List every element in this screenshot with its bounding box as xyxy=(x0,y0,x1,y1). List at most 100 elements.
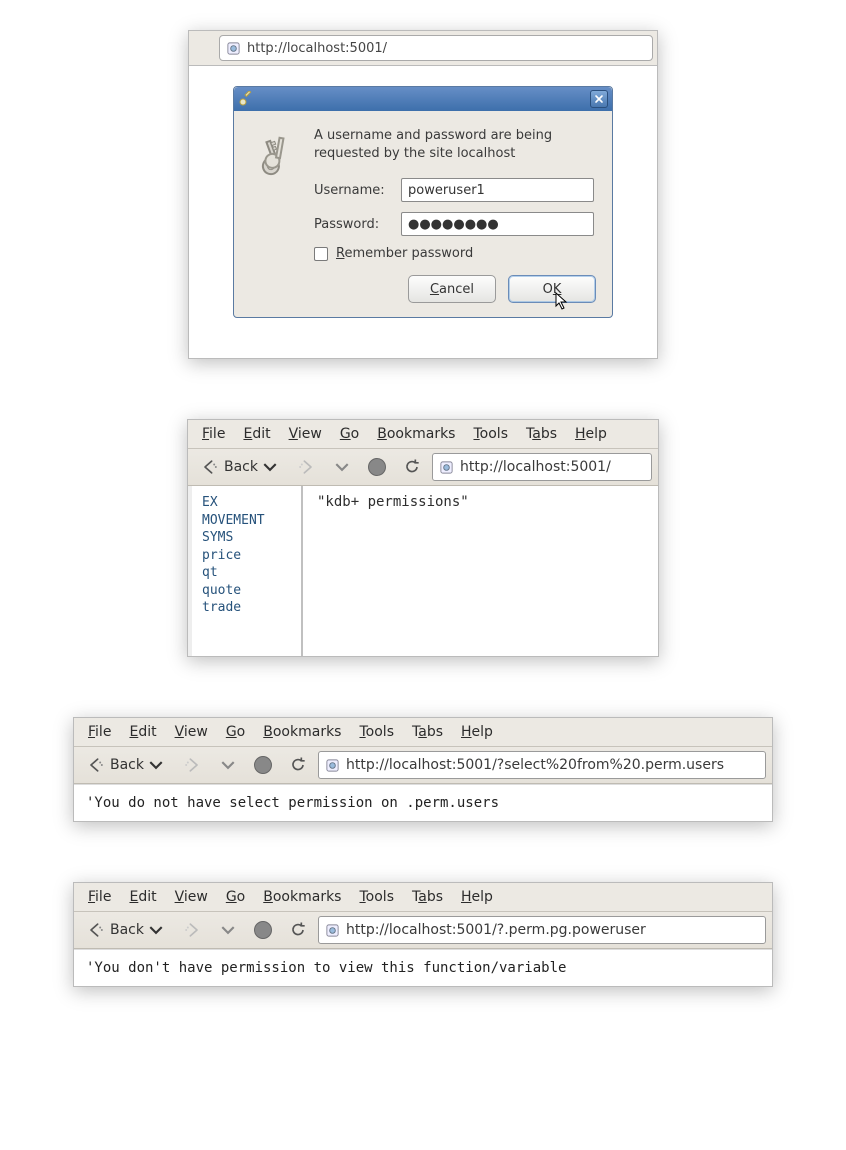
password-row: Password: xyxy=(314,212,594,236)
toolbar: Back http://localhost:5001/?.perm.pg.pow… xyxy=(74,912,772,949)
dialog-actions: Cancel OK xyxy=(234,275,612,317)
menu-file[interactable]: File xyxy=(80,722,119,742)
menubar: File Edit View Go Bookmarks Tools Tabs H… xyxy=(74,718,772,747)
url-text: http://localhost:5001/ xyxy=(460,459,611,475)
menu-go[interactable]: Go xyxy=(218,722,253,742)
page-icon xyxy=(439,460,454,475)
stop-button[interactable] xyxy=(248,751,278,779)
error-message: 'You don't have permission to view this … xyxy=(74,949,772,986)
menu-edit[interactable]: Edit xyxy=(235,424,278,444)
sidebar-link[interactable]: quote xyxy=(202,582,291,600)
username-label: Username: xyxy=(314,183,389,198)
reload-icon xyxy=(288,755,308,775)
page-icon xyxy=(325,758,340,773)
close-button[interactable] xyxy=(590,90,608,108)
page-icon xyxy=(325,923,340,938)
keys-icon xyxy=(252,127,300,261)
remember-row: Remember password xyxy=(314,246,594,261)
sidebar-link[interactable]: price xyxy=(202,547,291,565)
stop-button[interactable] xyxy=(248,916,278,944)
menu-view[interactable]: View xyxy=(167,887,216,907)
stop-icon xyxy=(368,458,386,476)
arrow-left-icon xyxy=(86,920,106,940)
page-icon xyxy=(226,41,241,56)
menu-help[interactable]: Help xyxy=(567,424,615,444)
sidebar-link[interactable]: qt xyxy=(202,564,291,582)
remember-label: Remember password xyxy=(336,246,473,261)
menu-bookmarks[interactable]: Bookmarks xyxy=(369,424,463,444)
sidebar-link[interactable]: SYMS xyxy=(202,529,291,547)
username-input[interactable] xyxy=(401,178,594,202)
key-icon xyxy=(238,91,254,107)
menu-view[interactable]: View xyxy=(167,722,216,742)
ok-button[interactable]: OK xyxy=(508,275,596,303)
sidebar-link[interactable]: EX xyxy=(202,494,291,512)
menu-tabs[interactable]: Tabs xyxy=(518,424,565,444)
back-button[interactable]: Back xyxy=(80,916,172,944)
browser-window-view-denied: File Edit View Go Bookmarks Tools Tabs H… xyxy=(73,882,773,987)
back-label: Back xyxy=(110,922,144,938)
forward-history-dropdown[interactable] xyxy=(326,453,358,481)
menu-help[interactable]: Help xyxy=(453,722,501,742)
url-text: http://localhost:5001/?select%20from%20.… xyxy=(346,757,724,773)
url-field[interactable]: http://localhost:5001/?.perm.pg.poweruse… xyxy=(318,916,766,944)
reload-icon xyxy=(288,920,308,940)
forward-history-dropdown[interactable] xyxy=(212,751,244,779)
toolbar: Back http://localhost:5001/?select%20fro… xyxy=(74,747,772,784)
forward-button[interactable] xyxy=(176,751,208,779)
back-button[interactable]: Back xyxy=(194,453,286,481)
arrow-left-icon xyxy=(200,457,220,477)
remember-checkbox[interactable] xyxy=(314,247,328,261)
reload-button[interactable] xyxy=(282,751,314,779)
menu-file[interactable]: File xyxy=(80,887,119,907)
reload-icon xyxy=(402,457,422,477)
url-text: http://localhost:5001/?.perm.pg.poweruse… xyxy=(346,922,646,938)
arrow-left-icon xyxy=(86,755,106,775)
sidebar-link[interactable]: trade xyxy=(202,599,291,617)
reload-button[interactable] xyxy=(282,916,314,944)
menu-tools[interactable]: Tools xyxy=(351,722,402,742)
cancel-button[interactable]: Cancel xyxy=(408,275,496,303)
menu-edit[interactable]: Edit xyxy=(121,722,164,742)
menu-view[interactable]: View xyxy=(281,424,330,444)
reload-button[interactable] xyxy=(396,453,428,481)
menu-tabs[interactable]: Tabs xyxy=(404,887,451,907)
sidebar-link[interactable]: MOVEMENT xyxy=(202,512,291,530)
menu-go[interactable]: Go xyxy=(332,424,367,444)
menu-bookmarks[interactable]: Bookmarks xyxy=(255,887,349,907)
password-input[interactable] xyxy=(401,212,594,236)
forward-button[interactable] xyxy=(290,453,322,481)
username-row: Username: xyxy=(314,178,594,202)
main-content: "kdb+ permissions" xyxy=(303,486,658,656)
stop-icon xyxy=(254,756,272,774)
url-text: http://localhost:5001/ xyxy=(247,41,387,56)
stop-button[interactable] xyxy=(362,453,392,481)
menu-bookmarks[interactable]: Bookmarks xyxy=(255,722,349,742)
arrow-right-icon xyxy=(296,457,316,477)
chevron-down-icon xyxy=(218,920,238,940)
menu-file[interactable]: File xyxy=(194,424,233,444)
address-bar-strip: http://localhost:5001/ xyxy=(189,31,657,66)
menu-edit[interactable]: Edit xyxy=(121,887,164,907)
browser-window-select-denied: File Edit View Go Bookmarks Tools Tabs H… xyxy=(73,717,773,822)
forward-history-dropdown[interactable] xyxy=(212,916,244,944)
chevron-down-icon xyxy=(146,755,166,775)
arrow-right-icon xyxy=(182,920,202,940)
toolbar: Back http://localhost:5001/ xyxy=(188,449,658,486)
url-field[interactable]: http://localhost:5001/ xyxy=(219,35,653,61)
menu-go[interactable]: Go xyxy=(218,887,253,907)
menu-tools[interactable]: Tools xyxy=(351,887,402,907)
menubar: File Edit View Go Bookmarks Tools Tabs H… xyxy=(188,420,658,449)
url-field[interactable]: http://localhost:5001/?select%20from%20.… xyxy=(318,751,766,779)
menu-tabs[interactable]: Tabs xyxy=(404,722,451,742)
forward-button[interactable] xyxy=(176,916,208,944)
chevron-down-icon xyxy=(218,755,238,775)
menu-help[interactable]: Help xyxy=(453,887,501,907)
dialog-message: A username and password are being reques… xyxy=(314,127,594,162)
menu-tools[interactable]: Tools xyxy=(465,424,516,444)
arrow-right-icon xyxy=(182,755,202,775)
menubar: File Edit View Go Bookmarks Tools Tabs H… xyxy=(74,883,772,912)
chevron-down-icon xyxy=(332,457,352,477)
back-button[interactable]: Back xyxy=(80,751,172,779)
url-field[interactable]: http://localhost:5001/ xyxy=(432,453,652,481)
